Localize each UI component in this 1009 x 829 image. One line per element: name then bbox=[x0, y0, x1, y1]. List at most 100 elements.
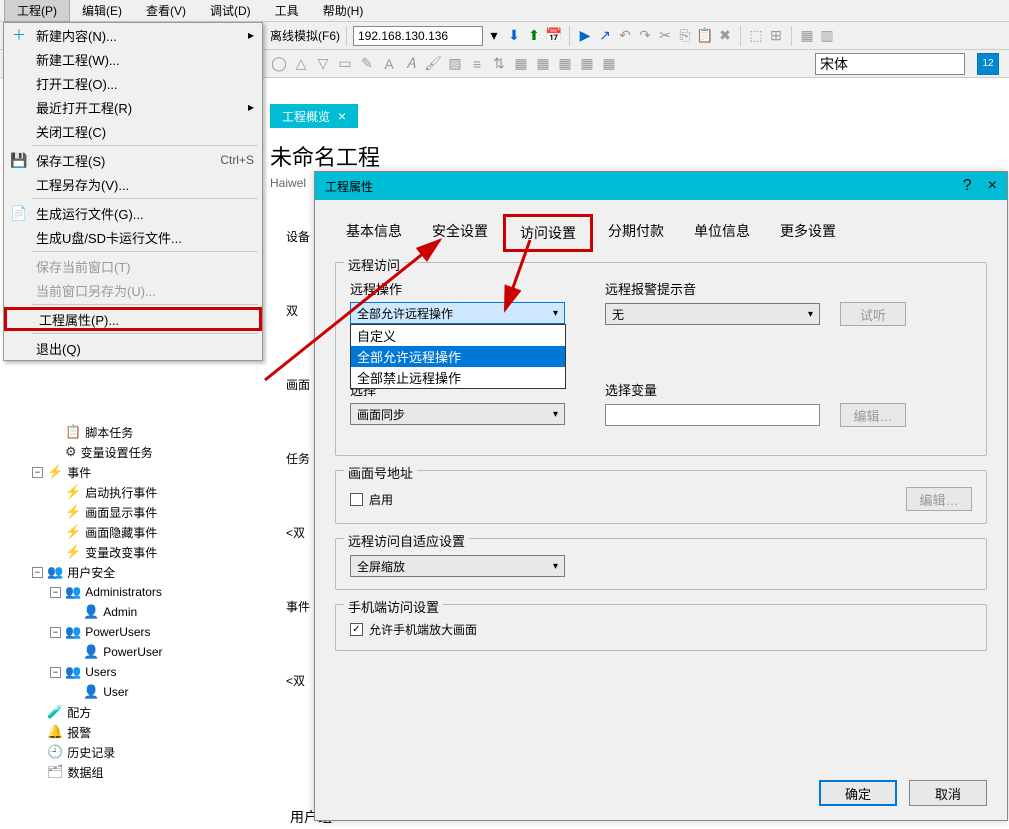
menu-item[interactable]: 📄生成运行文件(G)... bbox=[4, 201, 262, 225]
tree-toggle-icon[interactable]: − bbox=[50, 587, 61, 598]
order-icon[interactable]: ⇅ bbox=[490, 55, 508, 73]
brush-icon[interactable]: 🖌 bbox=[424, 55, 442, 73]
dialog-tab[interactable]: 分期付款 bbox=[593, 214, 679, 252]
edit-address-button[interactable]: 编辑… bbox=[906, 487, 972, 511]
menu-item[interactable]: 关闭工程(C) bbox=[4, 119, 262, 143]
menu-item[interactable]: ＋新建内容(N)...▸ bbox=[4, 23, 262, 47]
shape-up-icon[interactable]: △ bbox=[292, 55, 310, 73]
menubar-project[interactable]: 工程(P) bbox=[4, 0, 70, 22]
dialog-close-icon[interactable]: × bbox=[988, 177, 997, 195]
tree-item[interactable]: 👤PowerUser bbox=[14, 642, 264, 662]
undo-icon[interactable]: ↶ bbox=[616, 27, 634, 45]
external-icon[interactable]: ↗ bbox=[596, 27, 614, 45]
copy-icon[interactable]: ⎘ bbox=[676, 27, 694, 45]
tree-item[interactable]: −👥Users bbox=[14, 662, 264, 682]
menu-item[interactable]: 💾保存工程(S)Ctrl+S bbox=[4, 148, 262, 172]
delete-icon[interactable]: ✖ bbox=[716, 27, 734, 45]
menu-item[interactable]: 退出(Q) bbox=[4, 336, 262, 360]
upload-icon[interactable]: ⬆ bbox=[525, 27, 543, 45]
menubar-view[interactable]: 查看(V) bbox=[134, 0, 198, 21]
dialog-help-icon[interactable]: ? bbox=[963, 177, 972, 195]
tree-item[interactable]: 👤Admin bbox=[14, 602, 264, 622]
enable-address-checkbox[interactable]: 启用 bbox=[350, 491, 393, 508]
tab-project-overview[interactable]: 工程概览 × bbox=[270, 104, 358, 128]
option-custom[interactable]: 自定义 bbox=[351, 325, 565, 346]
grid1-icon[interactable]: ▦ bbox=[512, 55, 530, 73]
calendar-icon[interactable]: 📅 bbox=[545, 27, 563, 45]
edit-variable-button[interactable]: 编辑… bbox=[840, 403, 906, 427]
menubar-debug[interactable]: 调试(D) bbox=[198, 0, 263, 21]
grid5-icon[interactable]: ▦ bbox=[600, 55, 618, 73]
menu-item[interactable]: 打开工程(O)... bbox=[4, 71, 262, 95]
ungroup-icon[interactable]: ⊞ bbox=[767, 27, 785, 45]
tree-toggle-icon[interactable]: − bbox=[32, 567, 43, 578]
menu-item[interactable]: 新建工程(W)... bbox=[4, 47, 262, 71]
option-deny-all[interactable]: 全部禁止远程操作 bbox=[351, 367, 565, 388]
menu-item[interactable]: 保存当前窗口(T) bbox=[4, 254, 262, 278]
menu-item[interactable]: 当前窗口另存为(U)... bbox=[4, 278, 262, 302]
dialog-tab[interactable]: 访问设置 bbox=[503, 214, 593, 252]
group-icon[interactable]: ⬚ bbox=[747, 27, 765, 45]
try-listen-button[interactable]: 试听 bbox=[840, 302, 906, 326]
menu-item[interactable]: 工程另存为(V)... bbox=[4, 172, 262, 196]
tree-item[interactable]: −👥PowerUsers bbox=[14, 622, 264, 642]
adaptive-select[interactable]: 全屏缩放 ▾ bbox=[350, 555, 565, 577]
fill-icon[interactable]: ▨ bbox=[446, 55, 464, 73]
tree-item[interactable]: ⚙变量设置任务 bbox=[14, 442, 264, 462]
font-family-input[interactable]: 宋体 bbox=[815, 53, 965, 75]
tree-item[interactable]: 🗂数据组 bbox=[14, 762, 264, 782]
dropdown-icon[interactable]: ▾ bbox=[485, 27, 503, 45]
tree-item[interactable]: 👤User bbox=[14, 682, 264, 702]
tree-item[interactable]: −⚡事件 bbox=[14, 462, 264, 482]
tree-item[interactable]: ⚡启动执行事件 bbox=[14, 482, 264, 502]
dialog-tab[interactable]: 安全设置 bbox=[417, 214, 503, 252]
download-icon[interactable]: ⬇ bbox=[505, 27, 523, 45]
shape-circle-icon[interactable]: ◯ bbox=[270, 55, 288, 73]
dialog-tab[interactable]: 更多设置 bbox=[765, 214, 851, 252]
tree-item[interactable]: 🧪配方 bbox=[14, 702, 264, 722]
shape-down-icon[interactable]: ▽ bbox=[314, 55, 332, 73]
tree-toggle-icon[interactable]: − bbox=[50, 627, 61, 638]
font-icon[interactable]: 𝐴 bbox=[402, 55, 420, 73]
tree-item[interactable]: −👥Administrators bbox=[14, 582, 264, 602]
shape-rect-icon[interactable]: ▭ bbox=[336, 55, 354, 73]
redo-icon[interactable]: ↷ bbox=[636, 27, 654, 45]
grid3-icon[interactable]: ▦ bbox=[556, 55, 574, 73]
ok-button[interactable]: 确定 bbox=[819, 780, 897, 806]
grid4-icon[interactable]: ▦ bbox=[578, 55, 596, 73]
font-size-button[interactable]: 12 bbox=[977, 53, 999, 75]
mobile-zoom-checkbox[interactable]: ✓ 允许手机端放大画面 bbox=[350, 621, 972, 638]
dialog-tab[interactable]: 基本信息 bbox=[331, 214, 417, 252]
paste-icon[interactable]: 📋 bbox=[696, 27, 714, 45]
tree-item[interactable]: 🔔报警 bbox=[14, 722, 264, 742]
menu-item[interactable]: 工程属性(P)... bbox=[4, 307, 262, 331]
align2-icon[interactable]: ▥ bbox=[818, 27, 836, 45]
tree-item[interactable]: −👥用户安全 bbox=[14, 562, 264, 582]
tree-item[interactable]: 📋脚本任务 bbox=[14, 422, 264, 442]
select-variable-input[interactable] bbox=[605, 404, 820, 426]
tree-toggle-icon[interactable]: − bbox=[50, 667, 61, 678]
play-icon[interactable]: ▶ bbox=[576, 27, 594, 45]
tree-item[interactable]: ⚡画面显示事件 bbox=[14, 502, 264, 522]
menu-item[interactable]: 最近打开工程(R)▸ bbox=[4, 95, 262, 119]
ip-address-input[interactable]: 192.168.130.136 bbox=[353, 26, 483, 46]
select-sync-select[interactable]: 画面同步 ▾ bbox=[350, 403, 565, 425]
tab-close-icon[interactable]: × bbox=[338, 108, 346, 124]
menu-item[interactable]: 生成U盘/SD卡运行文件... bbox=[4, 225, 262, 249]
menubar-help[interactable]: 帮助(H) bbox=[311, 0, 376, 21]
tree-item[interactable]: 🕘历史记录 bbox=[14, 742, 264, 762]
align-icon[interactable]: ▦ bbox=[798, 27, 816, 45]
tree-item[interactable]: ⚡变量改变事件 bbox=[14, 542, 264, 562]
menubar-tools[interactable]: 工具 bbox=[263, 0, 311, 21]
offline-sim-label[interactable]: 离线模拟(F6) bbox=[270, 27, 340, 44]
option-allow-all[interactable]: 全部允许远程操作 bbox=[351, 346, 565, 367]
cut-icon[interactable]: ✂ bbox=[656, 27, 674, 45]
dialog-tab[interactable]: 单位信息 bbox=[679, 214, 765, 252]
text-a-icon[interactable]: A bbox=[380, 55, 398, 73]
cancel-button[interactable]: 取消 bbox=[909, 780, 987, 806]
menubar-edit[interactable]: 编辑(E) bbox=[70, 0, 134, 21]
grid2-icon[interactable]: ▦ bbox=[534, 55, 552, 73]
tree-item[interactable]: ⚡画面隐藏事件 bbox=[14, 522, 264, 542]
layer-icon[interactable]: ≡ bbox=[468, 55, 486, 73]
tree-toggle-icon[interactable]: − bbox=[32, 467, 43, 478]
